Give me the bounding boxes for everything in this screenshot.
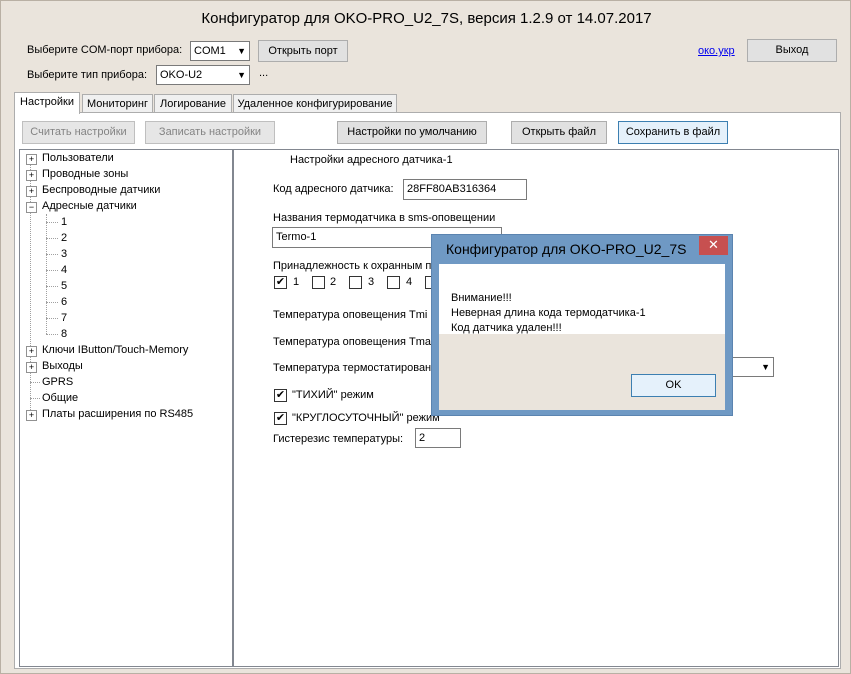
dialog-line-error: Неверная длина кода термодатчика-1 [451,307,646,319]
open-file-button[interactable]: Открыть файл [511,121,607,144]
exit-button[interactable]: Выход [747,39,837,62]
tree-item-wired-zones[interactable]: Проводные зоны [42,168,128,180]
temp-min-label: Температура оповещения Tmi [273,309,428,321]
tree-item-outputs[interactable]: Выходы [42,360,83,372]
tree-item-gprs[interactable]: GPRS [42,376,73,388]
tree-subitem-1[interactable]: 1 [61,216,67,228]
write-settings-button[interactable]: Записать настройки [145,121,275,144]
default-settings-button[interactable]: Настройки по умолчанию [337,121,487,144]
dialog-message-area: Внимание!!! Неверная длина кода термодат… [439,264,725,334]
tree-subitem-8[interactable]: 8 [61,328,67,340]
device-type-label: Выберите тип прибора: [27,69,148,81]
quiet-mode-label: "ТИХИЙ" режим [292,389,374,401]
tab-settings[interactable]: Настройки [14,92,80,114]
collapse-icon[interactable]: − [26,202,37,213]
tree-item-rs485-boards[interactable]: Платы расширения по RS485 [42,408,193,420]
quiet-mode-checkbox[interactable]: ✔ [274,389,287,402]
com-port-select[interactable]: COM1 ▼ [190,41,250,61]
zone-1-label: 1 [293,276,300,288]
chevron-down-icon: ▼ [761,362,770,372]
hysteresis-label: Гистерезис температуры: [273,433,404,445]
zone-membership-label: Принадлежность к охранным п [273,260,432,272]
dialog-line-attention: Внимание!!! [451,292,512,304]
tree-subitem-6[interactable]: 6 [61,296,67,308]
com-port-value: COM1 [194,45,226,57]
tab-remote-config[interactable]: Удаленное конфигурирование [233,94,397,113]
zone-1-checkbox[interactable]: ✔ [274,276,287,289]
section-title: Настройки адресного датчика-1 [290,154,453,166]
warning-dialog: Конфигуратор для OKO-PRO_U2_7S ✕ Внимани… [431,234,733,416]
tree-item-address-sensors[interactable]: Адресные датчики [42,200,137,212]
sensor-code-input[interactable]: 28FF80AB316364 [403,179,527,200]
dialog-title: Конфигуратор для OKO-PRO_U2_7S [446,241,687,257]
com-port-label: Выберите COM-порт прибора: [27,44,183,56]
main-window: Конфигуратор для OKO-PRO_U2_7S, версия 1… [0,0,851,674]
zone-4-label: 4 [406,276,413,288]
zone-3-checkbox[interactable] [349,276,362,289]
tree-subitem-3[interactable]: 3 [61,248,67,260]
expand-icon[interactable]: + [26,362,37,373]
window-title: Конфигуратор для OKO-PRO_U2_7S, версия 1… [201,10,652,27]
device-type-value: OKO-U2 [160,69,203,81]
zone-2-label: 2 [330,276,337,288]
temp-max-label: Температура оповещения Tma [273,336,431,348]
read-settings-button[interactable]: Считать настройки [22,121,135,144]
chevron-down-icon: ▼ [237,70,246,80]
expand-icon[interactable]: + [26,410,37,421]
tree-item-users[interactable]: Пользователи [42,152,114,164]
zone-4-checkbox[interactable] [387,276,400,289]
ok-button[interactable]: OK [631,374,716,397]
sensor-code-label: Код адресного датчика: [273,183,394,195]
tree-item-general[interactable]: Общие [42,392,78,404]
hysteresis-input[interactable]: 2 [415,428,461,448]
chevron-down-icon: ▼ [237,46,246,56]
dialog-line-deleted: Код датчика удален!!! [451,322,562,334]
ellipsis-text: ... [259,67,269,79]
tree-subitem-4[interactable]: 4 [61,264,67,276]
tree-item-wireless-sensors[interactable]: Беспроводные датчики [42,184,160,196]
tree-subitem-2[interactable]: 2 [61,232,67,244]
zone-3-label: 3 [368,276,375,288]
thermostat-temp-label: Температура термостатирован [273,362,432,374]
expand-icon[interactable]: + [26,346,37,357]
tab-logging[interactable]: Логирование [154,94,232,113]
round-clock-mode-label: "КРУГЛОСУТОЧНЫЙ" режим [292,412,440,424]
expand-icon[interactable]: + [26,186,37,197]
close-icon[interactable]: ✕ [699,236,728,255]
tab-monitoring[interactable]: Мониторинг [82,94,153,113]
expand-icon[interactable]: + [26,154,37,165]
open-port-button[interactable]: Открыть порт [258,40,348,62]
expand-icon[interactable]: + [26,170,37,181]
settings-tree[interactable]: + Пользователи + Проводные зоны + Беспро… [19,149,233,667]
tree-subitem-7[interactable]: 7 [61,312,67,324]
dialog-footer: OK [439,334,725,410]
tree-item-ibutton-keys[interactable]: Ключи IButton/Touch-Memory [42,344,188,356]
save-file-button[interactable]: Сохранить в файл [618,121,728,144]
site-link[interactable]: око.укр [698,45,735,57]
sensor-name-label: Названия термодатчика в sms-оповещении [273,212,496,224]
round-clock-mode-checkbox[interactable]: ✔ [274,412,287,425]
device-type-select[interactable]: OKO-U2 ▼ [156,65,250,85]
tree-subitem-5[interactable]: 5 [61,280,67,292]
zone-2-checkbox[interactable] [312,276,325,289]
